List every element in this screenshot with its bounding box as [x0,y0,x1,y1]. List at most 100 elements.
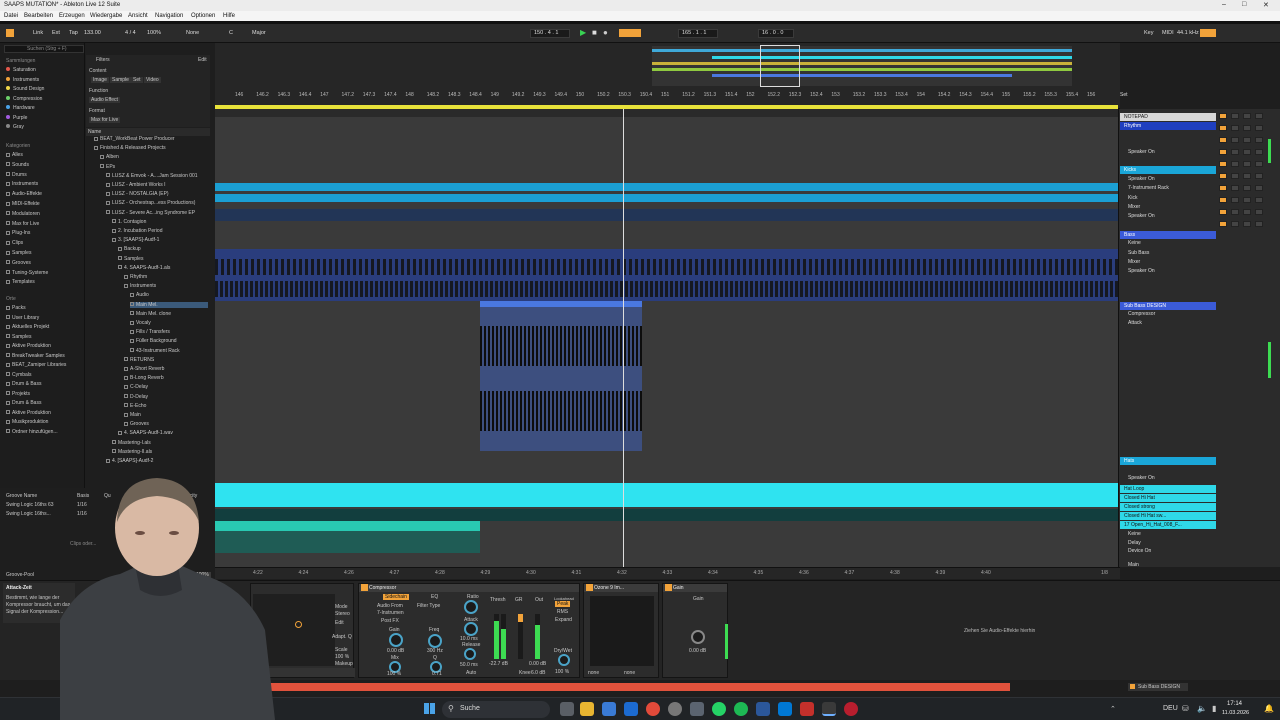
tree-item[interactable]: Instruments [124,283,156,289]
place-item[interactable]: User Library [6,315,39,321]
track-param[interactable]: Mixer [1128,204,1140,210]
category-item[interactable]: Clips [6,240,23,246]
clip-kicks-1[interactable] [215,183,1118,191]
mixer-control[interactable] [1243,221,1251,227]
category-item[interactable]: Templates [6,279,35,285]
mixer-control[interactable] [1219,113,1227,119]
filter-tag-image[interactable]: Image [91,77,109,83]
tree-item[interactable]: C-Delay [124,384,148,390]
tree-item[interactable]: Main Mel. clone [130,311,171,317]
track-header[interactable]: Rhythm [1120,122,1216,130]
tap-button[interactable]: Tap [69,30,78,36]
place-item[interactable]: Musikproduktion [6,419,48,425]
category-item[interactable]: Max for Live [6,221,39,227]
category-item[interactable]: Instruments [6,181,38,187]
place-item[interactable]: BEAT_Zamiper Libraries [6,362,66,368]
tree-item[interactable]: Backup [118,246,141,252]
ext-button[interactable]: Ext [52,30,60,36]
place-item[interactable]: Drum & Bass [6,381,41,387]
track-header[interactable]: Sub Bass DESIGN [1120,302,1216,310]
loop-length[interactable]: 16 . 0 . 0 [762,30,783,36]
track-param[interactable]: Keine [1128,240,1141,246]
app-icon[interactable] [844,702,858,716]
taskbar-search[interactable]: ⚲ Suche [442,701,550,718]
tree-item[interactable]: A-Short Reverb [124,366,164,372]
place-item[interactable]: Projekts [6,391,30,397]
overdub-button[interactable] [619,29,641,37]
tree-item[interactable]: Main [124,412,141,418]
track-param[interactable]: 7-Instrument Rack [1128,185,1169,191]
key-scale[interactable]: Major [252,30,266,36]
expand-button[interactable]: Expand [555,617,572,623]
place-item[interactable]: Aktive Produktion [6,343,51,349]
filters-edit-button[interactable]: Edit [198,57,207,63]
compressor-on-icon[interactable] [361,584,368,591]
tree-item[interactable]: D-Delay [124,394,148,400]
groove-row-2-base[interactable]: 1/16 [77,511,87,517]
mixer-control[interactable] [1243,125,1251,131]
thresh-value[interactable]: -22.7 dB [489,661,508,667]
mixer-control[interactable] [1231,197,1239,203]
clip-closed-hihat[interactable] [215,495,1118,507]
clip-hat-loop[interactable] [215,483,1118,495]
mixer-control[interactable] [1219,173,1227,179]
menu-hilfe[interactable]: Hilfe [223,13,235,19]
ozone-input-select[interactable]: none [588,670,599,676]
time-signature[interactable]: 4 / 4 [125,30,136,36]
filter-tag-max-for-live[interactable]: Max for Live [89,117,121,123]
collection-item[interactable]: Purple [6,114,27,121]
mixer-control[interactable] [1219,125,1227,131]
place-item[interactable]: Packs [6,305,26,311]
tree-item[interactable]: Vocaly [130,320,151,326]
mixer-control[interactable] [1219,185,1227,191]
gain-title[interactable]: Gain [673,585,684,591]
dry-wet-knob[interactable] [558,654,570,666]
youtube-icon[interactable] [800,702,814,716]
mixer-control[interactable] [1231,149,1239,155]
menu-ansicht[interactable]: Ansicht [128,13,148,19]
compressor-scale-value[interactable]: 100 % [335,654,349,660]
loop-start[interactable]: 165 . 1 . 1 [682,30,706,36]
track-param[interactable]: Speaker On [1128,213,1155,219]
tray-chevron-icon[interactable]: ⌃ [1110,705,1116,713]
maximize-icon[interactable]: □ [1242,1,1246,8]
camera-icon[interactable] [690,702,704,716]
word-icon[interactable] [756,702,770,716]
rms-button[interactable]: RMS [557,609,568,615]
mixer-control[interactable] [1231,221,1239,227]
arrangement-overview[interactable] [215,43,1120,89]
category-item[interactable]: Drums [6,172,27,178]
attack-knob[interactable] [464,622,478,636]
clip-bass[interactable] [215,249,1118,301]
place-item[interactable]: Samples [6,334,31,340]
mixer-control[interactable] [1243,161,1251,167]
sc-gain-knob[interactable] [389,633,403,647]
tempo-field[interactable]: 133.00 [84,30,101,36]
menu-optionen[interactable]: Optionen [191,13,215,19]
tree-item[interactable]: 4. SAAPS-Audf-1.wav [118,430,173,436]
whatsapp-icon[interactable] [712,702,726,716]
menu-bearbeiten[interactable]: Bearbeiten [24,13,53,19]
track-param[interactable]: Attack [1128,320,1142,326]
spotify-icon[interactable] [734,702,748,716]
chrome-icon[interactable] [646,702,660,716]
clip-open-hihat[interactable] [215,531,480,553]
mixer-control[interactable] [1255,185,1263,191]
ratio-knob[interactable] [464,600,478,614]
peak-button[interactable]: Peak [555,601,571,607]
quantize-select[interactable]: None [186,30,199,36]
tree-item[interactable]: LUSZ - Severe Ac...ing Syndrome EP [106,210,195,216]
track-header[interactable]: Bass [1120,231,1216,239]
track-header[interactable]: NOTEPAD [1120,113,1216,121]
clip-closed-strong[interactable] [215,509,1118,521]
track-param[interactable]: Speaker On [1128,149,1155,155]
track-header[interactable]: Closed Hi Hat [1120,494,1216,502]
track-param[interactable]: Compressor [1128,311,1155,317]
global-groove-amount[interactable]: 100% [194,572,211,578]
clip-sub-bass-design[interactable] [480,301,642,451]
play-icon[interactable]: ▶ [580,28,586,37]
clip-kicks-2[interactable] [215,194,1118,202]
mixer-control[interactable] [1255,113,1263,119]
notification-icon[interactable]: 🔔 [1264,704,1274,713]
out-value[interactable]: 0.00 dB [529,661,546,667]
